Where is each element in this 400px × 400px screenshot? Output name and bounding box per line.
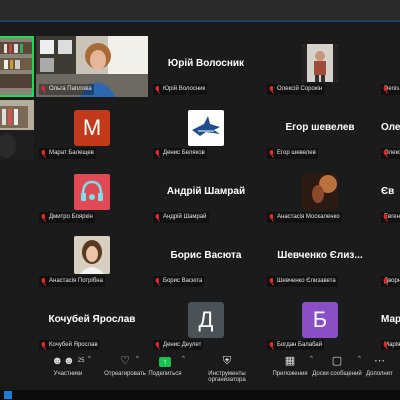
mic-muted-icon	[268, 341, 275, 350]
share-screen-icon: ↑	[146, 356, 184, 367]
participant-name-label: Дворниче	[381, 276, 400, 287]
participant-tile[interactable]: Д Денис Деулет	[150, 292, 262, 353]
participant-name-label: Юрій Волосник	[153, 84, 208, 95]
participant-tile[interactable]: Борис Васюта Борис Васюта	[150, 228, 262, 289]
headphones-avatar-image	[74, 174, 110, 210]
avatar-letter: Б	[302, 302, 338, 338]
start-icon[interactable]	[4, 391, 12, 399]
participant-tile[interactable]: Кочубей Ярослав Кочубей Ярослав	[36, 292, 148, 353]
participants-icon: ☻☻ 25	[51, 355, 85, 367]
participant-display-name: Мар	[381, 314, 400, 325]
mic-muted-icon	[40, 85, 47, 94]
mic-muted-icon	[268, 277, 275, 286]
mic-muted-icon	[40, 277, 47, 286]
participant-tile[interactable]: Денис Беляков	[150, 100, 262, 161]
participant-name-label: Шевченко Єлизавета	[267, 276, 338, 287]
title-bar	[0, 0, 400, 22]
participant-name-label: Ольга Паплова	[39, 84, 94, 95]
participant-tile[interactable]: Єв Евген Со	[378, 164, 400, 225]
participant-tile[interactable]: Дмитро Бояркін	[36, 164, 148, 225]
participant-name-label: Марат Балещев	[39, 148, 96, 159]
gallery-grid: Ольга Паплова Юрій Волосник Юрій Волосни…	[0, 30, 400, 353]
video-tile-room[interactable]	[0, 100, 34, 161]
profile-photo	[302, 44, 338, 82]
participant-display-name: Юрій Волосник	[167, 58, 245, 69]
participant-tile[interactable]: Дворниче	[378, 228, 400, 289]
participant-tile[interactable]: Олексій Сорокін	[264, 36, 376, 97]
mic-muted-icon	[40, 341, 47, 350]
profile-photo	[74, 236, 110, 274]
react-button[interactable]: ♡ Отреагировать ^	[100, 355, 150, 378]
video-tile-bookshelf[interactable]	[0, 36, 34, 97]
participant-display-name: Егор шевелев	[285, 122, 355, 133]
avatar-letter: Д	[188, 302, 224, 338]
share-screen-button[interactable]: ↑ Поделиться ^	[146, 356, 184, 377]
shark-avatar-image	[188, 110, 224, 146]
mic-muted-icon	[268, 149, 275, 158]
participant-tile[interactable]: Андрій Шамрай Андрій Шамрай	[150, 164, 262, 225]
participant-display-name: Кочубей Ярослав	[48, 314, 136, 325]
participant-display-name: Борис Васюта	[170, 250, 242, 261]
chevron-up-icon[interactable]: ^	[88, 356, 91, 362]
host-tools-button[interactable]: ⛨ Инструменты организатора	[190, 355, 264, 384]
participant-name-label: Denis Zh	[381, 84, 400, 95]
participant-display-name: Єв	[381, 186, 395, 197]
participant-tile[interactable]: Егор шевелев Егор шевелев	[264, 100, 376, 161]
profile-photo	[302, 174, 338, 210]
more-button[interactable]: ⋯ Дополнит	[366, 356, 400, 377]
title-bar-edge	[0, 20, 400, 22]
participant-tile[interactable]: Б Богдан Балабай	[264, 292, 376, 353]
apps-button[interactable]: ▦ Приложения ^	[270, 355, 312, 378]
participant-name-label: Андрій Шамрай	[153, 212, 209, 223]
participant-tile[interactable]: Оле Олександ	[378, 100, 400, 161]
whiteboard-icon: ▢	[331, 355, 343, 367]
mic-muted-icon	[154, 149, 161, 158]
participant-name-label: Олександ	[381, 148, 400, 159]
apps-icon: ▦	[284, 355, 296, 367]
whiteboards-button[interactable]: ▢ Доски сообщений ^	[312, 355, 362, 378]
shield-icon: ⛨	[222, 355, 232, 367]
participant-display-name: Андрій Шамрай	[166, 186, 246, 197]
participant-name-label: Анастасія Москаленко	[267, 212, 342, 223]
mic-muted-icon	[154, 277, 161, 286]
participant-display-name: Шевченко Єлиз...	[277, 250, 363, 261]
mic-muted-icon	[154, 341, 161, 350]
video-tile-olga[interactable]: Ольга Паплова	[36, 36, 148, 97]
video-feed-room	[0, 100, 34, 161]
participant-tile[interactable]: Анастасія Потрібна	[36, 228, 148, 289]
meeting-toolbar: ☻☻ 25 Участники ^ ♡ Отреагировать ^ ↑ По…	[0, 350, 400, 390]
participant-name-label: Олексій Сорокін	[267, 84, 325, 95]
participant-tile[interactable]: М Марат Балещев	[36, 100, 148, 161]
more-icon: ⋯	[374, 356, 385, 367]
mic-muted-icon	[154, 213, 161, 222]
chevron-up-icon[interactable]: ^	[358, 356, 361, 362]
mic-muted-icon	[154, 85, 161, 94]
video-feed-bookshelf	[0, 36, 34, 97]
mic-muted-icon	[268, 213, 275, 222]
participant-name-label: Дмитро Бояркін	[39, 212, 95, 223]
mic-muted-icon	[268, 85, 275, 94]
mic-muted-icon	[40, 149, 47, 158]
participant-name-label: Егор шевелев	[267, 148, 318, 159]
participant-name-label: Евген Со	[381, 212, 400, 223]
participant-tile[interactable]: Denis Zh	[378, 36, 400, 97]
windows-taskbar	[0, 390, 400, 400]
participant-display-name: Оле	[381, 122, 400, 133]
participant-tile[interactable]: Юрій Волосник Юрій Волосник	[150, 36, 262, 97]
chevron-up-icon[interactable]: ^	[182, 356, 185, 362]
heart-icon: ♡	[120, 355, 130, 367]
participant-tile[interactable]: Мар Марія Кр	[378, 292, 400, 353]
participant-tile[interactable]: Шевченко Єлиз... Шевченко Єлизавета	[264, 228, 376, 289]
participant-name-label: Денис Беляков	[153, 148, 207, 159]
participant-tile[interactable]: Анастасія Москаленко	[264, 164, 376, 225]
mic-muted-icon	[40, 213, 47, 222]
avatar-letter: М	[74, 110, 110, 146]
participants-button[interactable]: ☻☻ 25 Участники ^	[46, 355, 91, 378]
chevron-up-icon[interactable]: ^	[136, 356, 139, 362]
participants-count: 25	[77, 358, 85, 364]
participant-name-label: Борис Васюта	[153, 276, 205, 287]
participant-name-label: Анастасія Потрібна	[39, 276, 105, 287]
